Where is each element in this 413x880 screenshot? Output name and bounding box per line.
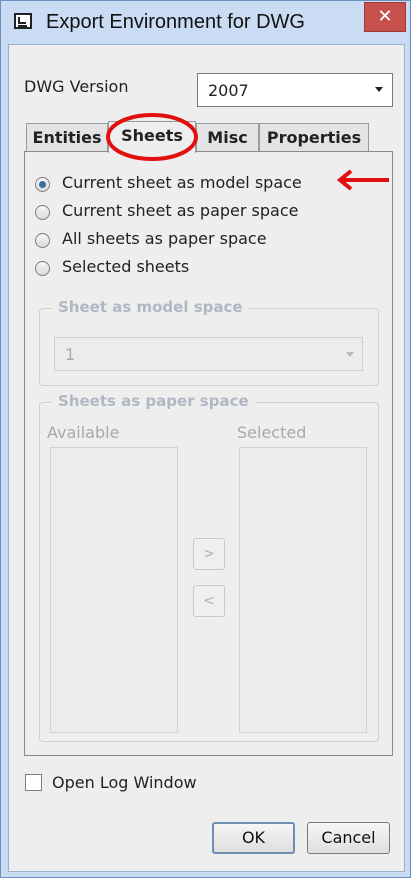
radio-button[interactable] (35, 261, 50, 276)
remove-sheet-button: < (193, 585, 225, 617)
radio-button[interactable] (35, 205, 50, 220)
red-arrow-icon (336, 169, 389, 191)
radio-label: Current sheet as paper space (62, 201, 299, 220)
annotation-circle (106, 113, 198, 161)
dwg-version-label: DWG Version (24, 77, 129, 96)
chevron-right-icon: > (203, 546, 215, 562)
selected-sheets-list (239, 447, 367, 733)
tab-misc[interactable]: Misc (196, 123, 259, 151)
tab-misc-label: Misc (207, 128, 248, 147)
tab-properties-label: Properties (266, 128, 362, 147)
tab-properties[interactable]: Properties (259, 123, 369, 151)
ok-button-label: OK (241, 828, 266, 847)
close-button[interactable]: ✕ (364, 2, 406, 32)
radio-button[interactable] (35, 177, 50, 192)
chevron-down-icon (375, 87, 383, 92)
chevron-down-icon (346, 352, 354, 357)
chevron-left-icon: < (203, 593, 215, 609)
cancel-button-label: Cancel (321, 828, 376, 847)
cancel-button[interactable]: Cancel (307, 822, 390, 854)
group-title: Sheets as paper space (52, 392, 255, 410)
sheets-tab-panel: Current sheet as model space Current she… (24, 151, 393, 756)
open-log-window-label: Open Log Window (52, 773, 197, 792)
radio-label: All sheets as paper space (62, 229, 267, 248)
dwg-version-select[interactable]: 2007 (197, 73, 393, 107)
window-title: Export Environment for DWG (46, 11, 305, 33)
group-title: Sheet as model space (52, 298, 249, 316)
sheet-model-space-group: Sheet as model space 1 (39, 298, 379, 386)
sheets-paper-space-group: Sheets as paper space Available Selected… (39, 392, 379, 742)
model-space-sheet-select: 1 (54, 337, 363, 371)
ok-button[interactable]: OK (212, 822, 295, 854)
radio-label: Current sheet as model space (62, 173, 302, 192)
tab-entities-label: Entities (32, 128, 102, 147)
tab-entities[interactable]: Entities (26, 123, 108, 151)
close-icon: ✕ (377, 6, 393, 27)
dwg-version-value: 2007 (208, 81, 249, 100)
title-bar[interactable]: Export Environment for DWG ✕ (1, 1, 412, 45)
dwg-export-icon (14, 13, 32, 29)
open-log-window-checkbox[interactable] (25, 774, 42, 791)
select-value: 1 (65, 345, 76, 364)
selected-label: Selected (237, 423, 307, 442)
radio-button[interactable] (35, 233, 50, 248)
available-sheets-list (50, 447, 178, 733)
export-dialog-window: Export Environment for DWG ✕ DWG Version… (0, 0, 411, 878)
add-sheet-button: > (193, 538, 225, 570)
radio-label: Selected sheets (62, 257, 190, 276)
available-label: Available (47, 423, 120, 442)
